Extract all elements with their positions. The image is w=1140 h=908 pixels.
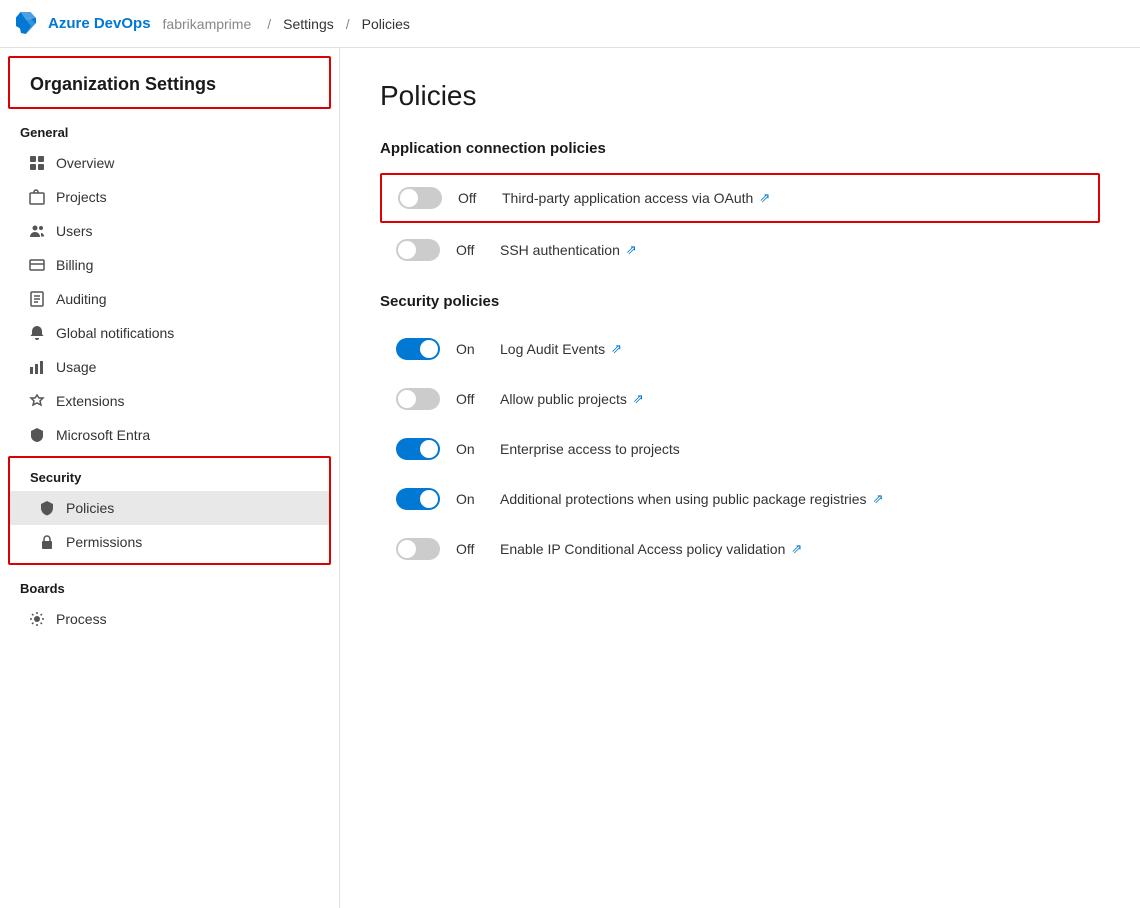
link-icon-ipconditions[interactable]: ⇗ [791, 541, 802, 557]
azure-devops-logo[interactable]: Azure DevOps [16, 12, 151, 36]
link-icon-ssh[interactable]: ⇗ [626, 242, 637, 258]
boards-section-label: Boards [0, 569, 339, 602]
security-section: Security Policies Permissions [8, 456, 331, 565]
security-policies-heading: Security policies [380, 293, 1100, 310]
policy-name-ipconditions: Enable IP Conditional Access policy vali… [500, 541, 802, 557]
policy-name-enterprise: Enterprise access to projects [500, 441, 680, 457]
topbar-page: Policies [362, 16, 410, 32]
billing-icon [28, 256, 46, 274]
projects-icon [28, 188, 46, 206]
sidebar-item-policies[interactable]: Policies [10, 491, 329, 525]
sidebar-item-billing-label: Billing [56, 257, 93, 273]
policy-name-logaudit: Log Audit Events ⇗ [500, 341, 622, 357]
policy-name-publicprojects: Allow public projects ⇗ [500, 391, 644, 407]
toggle-thumb-oauth [400, 189, 418, 207]
sidebar-item-users[interactable]: Users [0, 214, 339, 248]
link-icon-publicprojects[interactable]: ⇗ [633, 391, 644, 407]
sidebar-item-microsoftentra-label: Microsoft Entra [56, 427, 150, 443]
toggle-thumb-ssh [398, 241, 416, 259]
sidebar-item-billing[interactable]: Billing [0, 248, 339, 282]
sidebar-item-extensions[interactable]: Extensions [0, 384, 339, 418]
topbar-slash1: / [267, 16, 271, 32]
link-icon-oauth[interactable]: ⇗ [759, 190, 770, 206]
sidebar-item-permissions-label: Permissions [66, 534, 142, 550]
page-title: Policies [380, 80, 1100, 112]
process-icon [28, 610, 46, 628]
security-section-label: Security [10, 458, 329, 491]
sidebar-item-process[interactable]: Process [0, 602, 339, 636]
toggle-label-ipconditions: Off [456, 541, 484, 557]
sidebar-item-globalnotifications[interactable]: Global notifications [0, 316, 339, 350]
sidebar-item-overview[interactable]: Overview [0, 146, 339, 180]
bell-icon [28, 324, 46, 342]
policy-row-logaudit: On Log Audit Events ⇗ [380, 326, 1100, 372]
logo-icon [16, 12, 40, 36]
toggle-ssh[interactable] [396, 239, 440, 261]
usage-icon [28, 358, 46, 376]
policy-row-ssh: Off SSH authentication ⇗ [380, 227, 1100, 273]
toggle-label-oauth: Off [458, 190, 486, 206]
policy-name-ssh: SSH authentication ⇗ [500, 242, 637, 258]
main-layout: Organization Settings General Overview P… [0, 48, 1140, 908]
toggle-packageregistries[interactable] [396, 488, 440, 510]
sidebar-item-usage-label: Usage [56, 359, 96, 375]
sidebar-item-process-label: Process [56, 611, 107, 627]
sidebar: Organization Settings General Overview P… [0, 48, 340, 908]
policy-row-oauth: Off Third-party application access via O… [380, 173, 1100, 223]
policy-row-enterprise: On Enterprise access to projects [380, 426, 1100, 472]
sidebar-item-projects[interactable]: Projects [0, 180, 339, 214]
sidebar-item-microsoftentra[interactable]: Microsoft Entra [0, 418, 339, 452]
policy-row-ipconditions: Off Enable IP Conditional Access policy … [380, 526, 1100, 572]
toggle-thumb-enterprise [420, 440, 438, 458]
policy-row-publicprojects: Off Allow public projects ⇗ [380, 376, 1100, 422]
section-divider-1 [380, 277, 1100, 293]
toggle-thumb-packageregistries [420, 490, 438, 508]
toggle-label-publicprojects: Off [456, 391, 484, 407]
sidebar-item-globalnotifications-label: Global notifications [56, 325, 174, 341]
sidebar-item-extensions-label: Extensions [56, 393, 124, 409]
topbar-slash2: / [346, 16, 350, 32]
topbar: Azure DevOps fabrikamprime / Settings / … [0, 0, 1140, 48]
toggle-label-enterprise: On [456, 441, 484, 457]
sidebar-item-usage[interactable]: Usage [0, 350, 339, 384]
toggle-ipconditions[interactable] [396, 538, 440, 560]
policy-name-oauth: Third-party application access via OAuth… [502, 190, 770, 206]
grid-icon [28, 154, 46, 172]
toggle-thumb-ipconditions [398, 540, 416, 558]
sidebar-item-overview-label: Overview [56, 155, 114, 171]
toggle-thumb-logaudit [420, 340, 438, 358]
toggle-label-ssh: Off [456, 242, 484, 258]
sidebar-item-auditing-label: Auditing [56, 291, 107, 307]
policy-row-packageregistries: On Additional protections when using pub… [380, 476, 1100, 522]
app-connection-heading: Application connection policies [380, 140, 1100, 157]
toggle-oauth[interactable] [398, 187, 442, 209]
entra-icon [28, 426, 46, 444]
toggle-label-packageregistries: On [456, 491, 484, 507]
users-icon [28, 222, 46, 240]
shield-icon [38, 499, 56, 517]
link-icon-logaudit[interactable]: ⇗ [611, 341, 622, 357]
general-section-label: General [0, 113, 339, 146]
content-area: Policies Application connection policies… [340, 48, 1140, 908]
sidebar-item-users-label: Users [56, 223, 93, 239]
org-settings-header[interactable]: Organization Settings [8, 56, 331, 109]
sidebar-item-permissions[interactable]: Permissions [10, 525, 329, 559]
sidebar-item-policies-label: Policies [66, 500, 114, 516]
sidebar-item-projects-label: Projects [56, 189, 107, 205]
topbar-separator1: fabrikamprime [163, 16, 252, 32]
auditing-icon [28, 290, 46, 308]
toggle-enterprise[interactable] [396, 438, 440, 460]
topbar-settings[interactable]: Settings [283, 16, 334, 32]
extensions-icon [28, 392, 46, 410]
link-icon-packageregistries[interactable]: ⇗ [873, 491, 884, 507]
policy-name-packageregistries: Additional protections when using public… [500, 491, 883, 507]
toggle-publicprojects[interactable] [396, 388, 440, 410]
sidebar-item-auditing[interactable]: Auditing [0, 282, 339, 316]
toggle-thumb-publicprojects [398, 390, 416, 408]
toggle-label-logaudit: On [456, 341, 484, 357]
toggle-logaudit[interactable] [396, 338, 440, 360]
lock-icon [38, 533, 56, 551]
